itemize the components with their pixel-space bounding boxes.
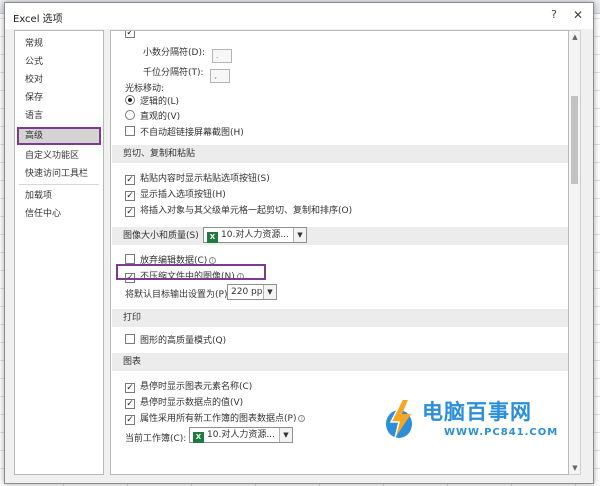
show-element-names-row[interactable]: ✓ 悬停时显示图表元素名称(C) bbox=[125, 379, 252, 393]
decimal-separator-label: 小数分隔符(D): bbox=[143, 48, 205, 58]
no-auto-hyperlink-row[interactable]: 不自动超链接屏幕截图(H) bbox=[125, 125, 244, 138]
properties-follow-label: 属性采用所有新工作簿的图表数据点(P) bbox=[140, 414, 297, 424]
properties-follow-checkbox[interactable]: ✓ bbox=[125, 415, 135, 425]
logical-radio-label: 逻辑的(L) bbox=[140, 97, 180, 107]
show-element-names-label: 悬停时显示图表元素名称(C) bbox=[140, 382, 253, 392]
show-insert-options-checkbox[interactable]: ✓ bbox=[125, 191, 135, 201]
image-workbook-value: 10.对人力资源... bbox=[221, 230, 289, 240]
no-auto-hyperlink-label: 不自动超链接屏幕截图(H) bbox=[140, 128, 244, 138]
thousands-separator-label: 千位分隔符(T): bbox=[143, 68, 204, 78]
default-output-label: 将默认目标输出设置为(P): bbox=[125, 290, 231, 300]
default-output-dropdown[interactable]: 220 ppi ▼ bbox=[227, 284, 277, 300]
chevron-down-icon: ▼ bbox=[293, 228, 306, 242]
no-auto-hyperlink-checkbox[interactable] bbox=[125, 126, 135, 136]
chevron-down-icon: ▼ bbox=[279, 428, 292, 442]
sidebar-item-general[interactable]: 常规 bbox=[19, 37, 99, 51]
image-workbook-dropdown[interactable]: X 10.对人力资源... ▼ bbox=[203, 227, 307, 243]
image-size-quality-label: 图像大小和质量(S) bbox=[123, 231, 199, 241]
decimal-separator-row: 小数分隔符(D): . bbox=[143, 45, 232, 63]
dialog-titlebar: Excel 选项 ? ✕ bbox=[5, 3, 593, 29]
scroll-up-icon[interactable]: ▲ bbox=[571, 33, 579, 41]
sidebar-item-add-ins[interactable]: 加载项 bbox=[19, 189, 99, 203]
sidebar-item-customize-ribbon[interactable]: 自定义功能区 bbox=[19, 149, 99, 163]
current-workbook-label: 当前工作簿(C): bbox=[125, 434, 187, 444]
lightning-logo-icon bbox=[386, 399, 412, 439]
scroll-down-icon[interactable]: ▼ bbox=[571, 464, 579, 472]
show-paste-options-row[interactable]: ✓ 粘贴内容时显示粘贴选项按钮(S) bbox=[125, 171, 270, 185]
info-icon: i bbox=[298, 415, 306, 422]
thousands-separator-input[interactable]: , bbox=[210, 69, 231, 83]
show-paste-options-checkbox[interactable]: ✓ bbox=[125, 175, 135, 185]
dialog-title: Excel 选项 bbox=[13, 14, 63, 25]
cut-copy-paste-header: 剪切、复制和粘贴 bbox=[112, 145, 568, 163]
close-button[interactable]: ✕ bbox=[569, 7, 587, 23]
excel-workbook-icon: X bbox=[193, 432, 204, 443]
watermark-url: WWW.PC841.COM bbox=[444, 427, 559, 438]
cut-copy-sort-objects-row[interactable]: ✓ 将插入对象与其父级单元格一起剪切、复制和排序(O) bbox=[125, 203, 352, 217]
current-workbook-value: 10.对人力资源... bbox=[207, 430, 275, 440]
logical-radio-row[interactable]: 逻辑的(L) bbox=[125, 94, 179, 107]
site-watermark: 电脑百事网 WWW.PC841.COM bbox=[384, 396, 584, 456]
checkbox[interactable]: ✓ bbox=[125, 31, 135, 38]
logical-radio[interactable] bbox=[125, 95, 135, 105]
show-paste-options-label: 粘贴内容时显示粘贴选项按钮(S) bbox=[140, 174, 270, 184]
default-output-value: 220 ppi bbox=[231, 287, 265, 297]
options-sidebar: 常规 公式 校对 保存 语言 高级 自定义功能区 快速访问工具栏 加载项 信任中… bbox=[14, 30, 104, 475]
sidebar-item-trust-center[interactable]: 信任中心 bbox=[19, 207, 99, 221]
watermark-title: 电脑百事网 bbox=[422, 400, 532, 424]
scroll-thumb[interactable] bbox=[571, 96, 578, 184]
sidebar-item-proofing[interactable]: 校对 bbox=[19, 73, 99, 87]
sidebar-item-advanced[interactable]: 高级 bbox=[17, 127, 101, 145]
sidebar-item-language[interactable]: 语言 bbox=[19, 109, 99, 123]
clipped-option-row: ✓ bbox=[125, 31, 140, 38]
cut-copy-sort-objects-checkbox[interactable]: ✓ bbox=[125, 207, 135, 217]
sidebar-item-quick-access-toolbar[interactable]: 快速访问工具栏 bbox=[19, 167, 99, 181]
visual-radio[interactable] bbox=[125, 110, 135, 120]
high-quality-graphics-label: 图形的高质量模式(Q) bbox=[140, 336, 227, 346]
visual-radio-row[interactable]: 直观的(V) bbox=[125, 109, 180, 122]
visual-radio-label: 直观的(V) bbox=[140, 112, 181, 122]
excel-workbook-icon: X bbox=[207, 232, 218, 243]
discard-editing-data-checkbox[interactable] bbox=[125, 254, 135, 264]
sidebar-item-formulas[interactable]: 公式 bbox=[19, 55, 99, 69]
show-data-point-values-row[interactable]: ✓ 悬停时显示数据点的值(V) bbox=[125, 395, 243, 409]
show-data-point-values-label: 悬停时显示数据点的值(V) bbox=[140, 398, 244, 408]
sidebar-item-save[interactable]: 保存 bbox=[19, 91, 99, 105]
properties-follow-row[interactable]: ✓ 属性采用所有新工作簿的图表数据点(P) i bbox=[125, 411, 306, 425]
annotation-highlight-box bbox=[116, 264, 266, 280]
print-header: 打印 bbox=[112, 309, 568, 327]
decimal-separator-input[interactable]: . bbox=[211, 49, 232, 63]
cursor-movement-label: 光标移动: bbox=[125, 84, 165, 94]
high-quality-graphics-checkbox[interactable] bbox=[125, 334, 135, 344]
sidebar-divider bbox=[19, 184, 99, 185]
image-size-quality-header: 图像大小和质量(S) bbox=[112, 227, 568, 245]
chart-header: 图表 bbox=[112, 353, 568, 371]
high-quality-graphics-row[interactable]: 图形的高质量模式(Q) bbox=[125, 333, 226, 346]
current-workbook-dropdown[interactable]: X 10.对人力资源... ▼ bbox=[189, 427, 293, 443]
chevron-down-icon: ▼ bbox=[263, 285, 276, 299]
help-button[interactable]: ? bbox=[545, 7, 563, 23]
show-insert-options-label: 显示插入选项按钮(H) bbox=[140, 190, 226, 200]
info-icon: i bbox=[209, 257, 217, 264]
cut-copy-sort-objects-label: 将插入对象与其父级单元格一起剪切、复制和排序(O) bbox=[140, 206, 353, 216]
show-data-point-values-checkbox[interactable]: ✓ bbox=[125, 399, 135, 409]
show-insert-options-row[interactable]: ✓ 显示插入选项按钮(H) bbox=[125, 187, 226, 201]
show-element-names-checkbox[interactable]: ✓ bbox=[125, 383, 135, 393]
